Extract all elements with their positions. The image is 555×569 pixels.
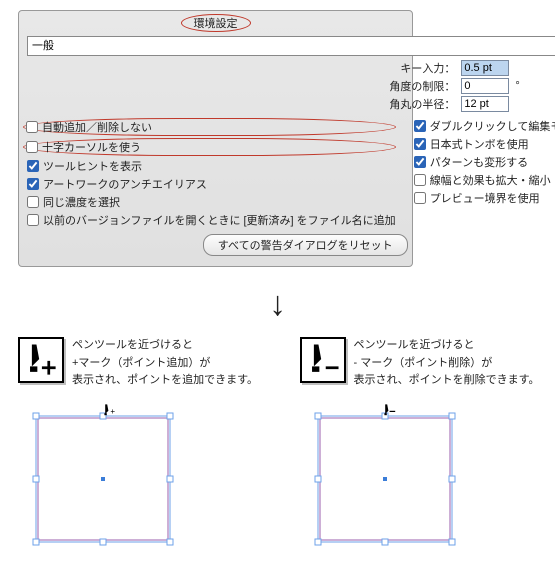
checkbox-label: 同じ濃度を選択 <box>43 194 120 210</box>
checkbox-label: 以前のバージョンファイルを開くときに [更新済み] をファイル名に追加 <box>43 212 396 228</box>
checkbox-input[interactable] <box>27 214 39 226</box>
svg-text:+: + <box>110 407 115 416</box>
checkbox-ダブルクリックして編集モード[interactable]: ダブルクリックして編集モード <box>414 118 555 134</box>
pen-minus-icon <box>300 337 346 383</box>
checkbox-input[interactable] <box>414 120 426 132</box>
explain-minus: ペンツールを近づけると - マーク（ポイント削除）が 表示され、ポイントを削除で… <box>300 337 546 550</box>
checkbox-同じ濃度を選択[interactable]: 同じ濃度を選択 <box>27 194 396 210</box>
center-handle <box>101 477 105 481</box>
checkbox-十字カーソルを使う[interactable]: 十字カーソルを使う <box>23 138 396 156</box>
checkbox-input[interactable] <box>414 138 426 150</box>
reset-warnings-button[interactable]: すべての警告ダイアログをリセット <box>203 234 408 256</box>
minus-line1: ペンツールを近づけると <box>354 337 540 355</box>
checkbox-input[interactable] <box>414 174 426 186</box>
dialog-title: 環境設定 <box>181 14 251 32</box>
angle-label: 角度の制限： <box>389 78 455 94</box>
checkbox-プレビュー境界を使用[interactable]: プレビュー境界を使用 <box>414 190 555 206</box>
checkbox-input[interactable] <box>27 160 39 172</box>
checkbox-label: アートワークのアンチエイリアス <box>43 176 207 192</box>
checkbox-input[interactable] <box>27 178 39 190</box>
checkbox-パターンも変形する[interactable]: パターンも変形する <box>414 154 555 170</box>
dialog-titlebar: 環境設定 <box>19 11 412 34</box>
row-key-input: キー入力： <box>27 60 555 76</box>
plus-line3: 表示され、ポイントを追加できます。 <box>72 372 258 390</box>
checkbox-アートワークのアンチエイリアス[interactable]: アートワークのアンチエイリアス <box>27 176 396 192</box>
checkbox-自動追加／削除しない[interactable]: 自動追加／削除しない <box>23 118 396 136</box>
checkbox-area: 自動追加／削除しない十字カーソルを使うツールヒントを表示アートワークのアンチエイ… <box>27 118 555 228</box>
angle-unit: ° <box>515 80 523 92</box>
checkbox-input[interactable] <box>26 141 38 153</box>
checkbox-label: ツールヒントを表示 <box>43 158 142 174</box>
key-input-label: キー入力： <box>400 60 455 76</box>
checkbox-label: 自動追加／削除しない <box>42 119 152 135</box>
checkbox-線幅と効果も拡大・縮小[interactable]: 線幅と効果も拡大・縮小 <box>414 172 555 188</box>
checkbox-label: ダブルクリックして編集モード <box>430 118 555 134</box>
minus-line2: - マーク（ポイント削除）が <box>354 355 540 373</box>
checkbox-input[interactable] <box>27 196 39 208</box>
angle-field[interactable] <box>461 78 509 94</box>
pen-plus-icon <box>18 337 64 383</box>
prefs-dialog: 環境設定 一般 キー入力： 角度の制限： ° 角丸の半径： <box>18 10 413 267</box>
checkbox-label: 日本式トンボを使用 <box>430 136 529 152</box>
explain-plus: ペンツールを近づけると +マーク（ポイント追加）が 表示され、ポイントを追加でき… <box>18 337 264 550</box>
corner-label: 角丸の半径： <box>389 96 455 112</box>
row-corner: 角丸の半径： <box>27 96 555 112</box>
section-select[interactable]: 一般 <box>27 36 555 56</box>
checkbox-input[interactable] <box>414 156 426 168</box>
checkbox-label: 線幅と効果も拡大・縮小 <box>430 172 551 188</box>
checkbox-以前のバージョンファイルを開くときに [更新済み] をファイル名に追加[interactable]: 以前のバージョンファイルを開くときに [更新済み] をファイル名に追加 <box>27 212 396 228</box>
checkbox-input[interactable] <box>414 192 426 204</box>
checkbox-label: プレビュー境界を使用 <box>430 190 540 206</box>
plus-line2: +マーク（ポイント追加）が <box>72 355 258 373</box>
corner-field[interactable] <box>461 96 509 112</box>
checkbox-日本式トンボを使用[interactable]: 日本式トンボを使用 <box>414 136 555 152</box>
checkbox-label: パターンも変形する <box>430 154 528 170</box>
arrow-down-icon: ↓ <box>10 287 545 321</box>
artboard-plus: + <box>28 400 178 550</box>
key-input-field[interactable] <box>461 60 509 76</box>
checkbox-label: 十字カーソルを使う <box>42 139 141 155</box>
explain-row: ペンツールを近づけると +マーク（ポイント追加）が 表示され、ポイントを追加でき… <box>18 337 545 550</box>
row-angle: 角度の制限： ° <box>27 78 555 94</box>
artboard-minus <box>310 400 460 550</box>
minus-line3: 表示され、ポイントを削除できます。 <box>354 372 540 390</box>
checkbox-input[interactable] <box>26 121 38 133</box>
checkbox-ツールヒントを表示[interactable]: ツールヒントを表示 <box>27 158 396 174</box>
plus-line1: ペンツールを近づけると <box>72 337 258 355</box>
